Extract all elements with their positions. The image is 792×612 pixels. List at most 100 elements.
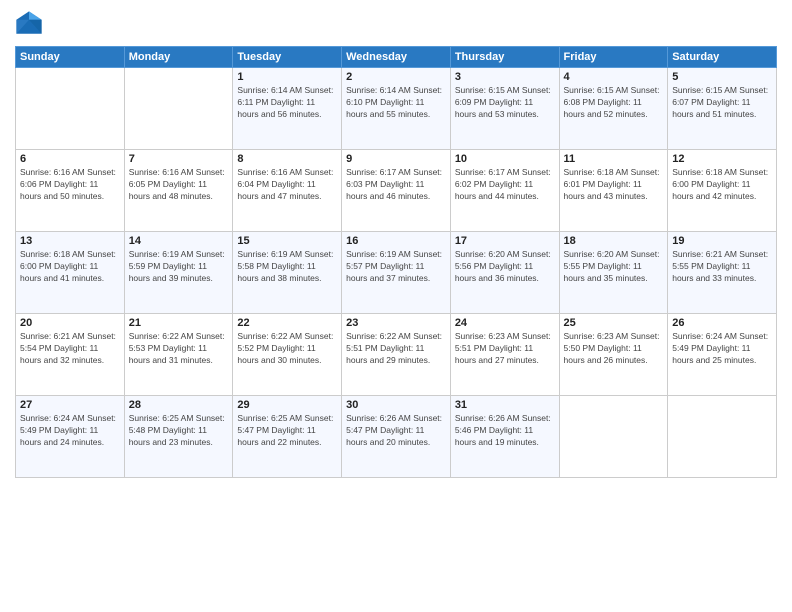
cell-0-5: 4 Sunrise: 6:15 AM Sunset: 6:08 PM Daylig… [559, 68, 668, 150]
day-info-14: Sunrise: 6:19 AM Sunset: 5:59 PM Dayligh… [129, 249, 229, 285]
cell-2-6: 19 Sunrise: 6:21 AM Sunset: 5:55 PM Dayli… [668, 232, 777, 314]
day-number-10: 10 [455, 153, 555, 165]
day-info-10: Sunrise: 6:17 AM Sunset: 6:02 PM Dayligh… [455, 167, 555, 203]
day-info-6: Sunrise: 6:16 AM Sunset: 6:06 PM Dayligh… [20, 167, 120, 203]
day-number-31: 31 [455, 399, 555, 411]
day-info-23: Sunrise: 6:22 AM Sunset: 5:51 PM Dayligh… [346, 331, 446, 367]
day-info-9: Sunrise: 6:17 AM Sunset: 6:03 PM Dayligh… [346, 167, 446, 203]
day-info-2: Sunrise: 6:14 AM Sunset: 6:10 PM Dayligh… [346, 85, 446, 121]
cell-3-5: 25Sunrise: 6:23 AM Sunset: 5:50 PM Dayli… [559, 314, 668, 396]
day-info-13: Sunrise: 6:18 AM Sunset: 6:00 PM Dayligh… [20, 249, 120, 285]
cell-4-1: 28 Sunrise: 6:25 AM Sunset: 5:48 PM Dayli… [124, 396, 233, 478]
day-number-30: 30 [346, 399, 446, 411]
cell-3-0: 20 Sunrise: 6:21 AM Sunset: 5:54 PM Dayli… [16, 314, 125, 396]
day-number-15: 15 [237, 235, 337, 247]
day-info-22: Sunrise: 6:22 AM Sunset: 5:52 PM Dayligh… [237, 331, 337, 367]
day-info-17: Sunrise: 6:20 AM Sunset: 5:56 PM Dayligh… [455, 249, 555, 285]
day-info-4: Sunrise: 6:15 AM Sunset: 6:08 PM Dayligh… [564, 85, 664, 121]
day-number-23: 23 [346, 317, 446, 329]
week-row-2: 13 Sunrise: 6:18 AM Sunset: 6:00 PM Dayli… [16, 232, 777, 314]
cell-0-6: 5Sunrise: 6:15 AM Sunset: 6:07 PM Daylig… [668, 68, 777, 150]
day-info-31: Sunrise: 6:26 AM Sunset: 5:46 PM Dayligh… [455, 413, 555, 449]
cell-1-2: 8 Sunrise: 6:16 AM Sunset: 6:04 PM Daylig… [233, 150, 342, 232]
day-number-3: 3 [455, 71, 555, 83]
day-info-26: Sunrise: 6:24 AM Sunset: 5:49 PM Dayligh… [672, 331, 772, 367]
day-number-19: 19 [672, 235, 772, 247]
logo-icon [15, 10, 43, 38]
cell-0-2: 1Sunrise: 6:14 AM Sunset: 6:11 PM Daylig… [233, 68, 342, 150]
header-sunday: Sunday [16, 47, 125, 68]
cell-4-2: 29Sunrise: 6:25 AM Sunset: 5:47 PM Dayli… [233, 396, 342, 478]
header-saturday: Saturday [668, 47, 777, 68]
cell-3-6: 26 Sunrise: 6:24 AM Sunset: 5:49 PM Dayli… [668, 314, 777, 396]
day-number-20: 20 [20, 317, 120, 329]
day-info-27: Sunrise: 6:24 AM Sunset: 5:49 PM Dayligh… [20, 413, 120, 449]
day-info-28: Sunrise: 6:25 AM Sunset: 5:48 PM Dayligh… [129, 413, 229, 449]
day-number-7: 7 [129, 153, 229, 165]
calendar-table: SundayMondayTuesdayWednesdayThursdayFrid… [15, 46, 777, 478]
calendar-body: 1Sunrise: 6:14 AM Sunset: 6:11 PM Daylig… [16, 68, 777, 478]
cell-0-1 [124, 68, 233, 150]
day-number-24: 24 [455, 317, 555, 329]
header [15, 10, 777, 38]
header-tuesday: Tuesday [233, 47, 342, 68]
day-number-6: 6 [20, 153, 120, 165]
day-info-11: Sunrise: 6:18 AM Sunset: 6:01 PM Dayligh… [564, 167, 664, 203]
cell-1-0: 6 Sunrise: 6:16 AM Sunset: 6:06 PM Daylig… [16, 150, 125, 232]
day-info-20: Sunrise: 6:21 AM Sunset: 5:54 PM Dayligh… [20, 331, 120, 367]
week-row-1: 6 Sunrise: 6:16 AM Sunset: 6:06 PM Daylig… [16, 150, 777, 232]
day-info-19: Sunrise: 6:21 AM Sunset: 5:55 PM Dayligh… [672, 249, 772, 285]
day-number-4: 4 [564, 71, 664, 83]
cell-1-4: 10 Sunrise: 6:17 AM Sunset: 6:02 PM Dayli… [450, 150, 559, 232]
week-row-3: 20 Sunrise: 6:21 AM Sunset: 5:54 PM Dayli… [16, 314, 777, 396]
day-number-13: 13 [20, 235, 120, 247]
header-row: SundayMondayTuesdayWednesdayThursdayFrid… [16, 47, 777, 68]
cell-2-4: 17 Sunrise: 6:20 AM Sunset: 5:56 PM Dayli… [450, 232, 559, 314]
cell-3-1: 21 Sunrise: 6:22 AM Sunset: 5:53 PM Dayli… [124, 314, 233, 396]
week-row-4: 27 Sunrise: 6:24 AM Sunset: 5:49 PM Dayli… [16, 396, 777, 478]
cell-4-5 [559, 396, 668, 478]
day-number-17: 17 [455, 235, 555, 247]
cell-0-3: 2 Sunrise: 6:14 AM Sunset: 6:10 PM Daylig… [342, 68, 451, 150]
header-thursday: Thursday [450, 47, 559, 68]
day-number-11: 11 [564, 153, 664, 165]
cell-1-6: 12Sunrise: 6:18 AM Sunset: 6:00 PM Dayli… [668, 150, 777, 232]
cell-2-5: 18Sunrise: 6:20 AM Sunset: 5:55 PM Dayli… [559, 232, 668, 314]
day-info-21: Sunrise: 6:22 AM Sunset: 5:53 PM Dayligh… [129, 331, 229, 367]
day-number-25: 25 [564, 317, 664, 329]
header-wednesday: Wednesday [342, 47, 451, 68]
cell-2-3: 16Sunrise: 6:19 AM Sunset: 5:57 PM Dayli… [342, 232, 451, 314]
cell-4-6 [668, 396, 777, 478]
day-info-7: Sunrise: 6:16 AM Sunset: 6:05 PM Dayligh… [129, 167, 229, 203]
day-number-26: 26 [672, 317, 772, 329]
cell-3-2: 22 Sunrise: 6:22 AM Sunset: 5:52 PM Dayli… [233, 314, 342, 396]
cell-2-2: 15 Sunrise: 6:19 AM Sunset: 5:58 PM Dayli… [233, 232, 342, 314]
day-number-2: 2 [346, 71, 446, 83]
day-number-27: 27 [20, 399, 120, 411]
day-number-14: 14 [129, 235, 229, 247]
day-number-5: 5 [672, 71, 772, 83]
day-number-16: 16 [346, 235, 446, 247]
week-row-0: 1Sunrise: 6:14 AM Sunset: 6:11 PM Daylig… [16, 68, 777, 150]
day-info-30: Sunrise: 6:26 AM Sunset: 5:47 PM Dayligh… [346, 413, 446, 449]
day-info-24: Sunrise: 6:23 AM Sunset: 5:51 PM Dayligh… [455, 331, 555, 367]
cell-4-3: 30 Sunrise: 6:26 AM Sunset: 5:47 PM Dayli… [342, 396, 451, 478]
calendar-header: SundayMondayTuesdayWednesdayThursdayFrid… [16, 47, 777, 68]
cell-3-3: 23 Sunrise: 6:22 AM Sunset: 5:51 PM Dayli… [342, 314, 451, 396]
cell-0-0 [16, 68, 125, 150]
day-info-3: Sunrise: 6:15 AM Sunset: 6:09 PM Dayligh… [455, 85, 555, 121]
day-number-8: 8 [237, 153, 337, 165]
day-info-15: Sunrise: 6:19 AM Sunset: 5:58 PM Dayligh… [237, 249, 337, 285]
day-number-21: 21 [129, 317, 229, 329]
day-info-18: Sunrise: 6:20 AM Sunset: 5:55 PM Dayligh… [564, 249, 664, 285]
day-number-22: 22 [237, 317, 337, 329]
day-number-28: 28 [129, 399, 229, 411]
cell-2-1: 14 Sunrise: 6:19 AM Sunset: 5:59 PM Dayli… [124, 232, 233, 314]
logo [15, 10, 47, 38]
cell-2-0: 13 Sunrise: 6:18 AM Sunset: 6:00 PM Dayli… [16, 232, 125, 314]
day-info-12: Sunrise: 6:18 AM Sunset: 6:00 PM Dayligh… [672, 167, 772, 203]
cell-1-1: 7 Sunrise: 6:16 AM Sunset: 6:05 PM Daylig… [124, 150, 233, 232]
day-info-8: Sunrise: 6:16 AM Sunset: 6:04 PM Dayligh… [237, 167, 337, 203]
cell-3-4: 24 Sunrise: 6:23 AM Sunset: 5:51 PM Dayli… [450, 314, 559, 396]
page: SundayMondayTuesdayWednesdayThursdayFrid… [0, 0, 792, 612]
